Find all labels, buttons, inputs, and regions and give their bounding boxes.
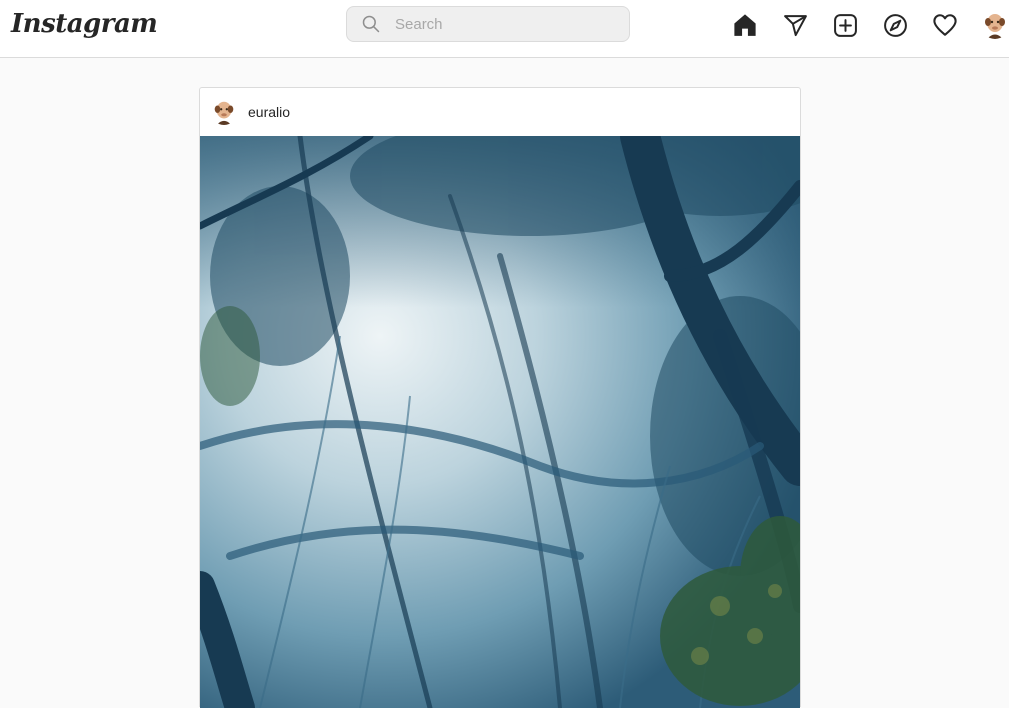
home-icon: [734, 14, 756, 36]
instagram-logo[interactable]: Instagram: [11, 9, 158, 39]
direct-message-button[interactable]: [781, 10, 809, 40]
new-post-icon: [833, 13, 857, 37]
post-header: euralio: [200, 88, 800, 136]
direct-message-icon: [783, 14, 807, 36]
forest-photo: [200, 136, 800, 708]
profile-button[interactable]: [981, 10, 1009, 40]
activity-heart-icon: [933, 14, 957, 36]
explore-button[interactable]: [881, 10, 909, 40]
avatar-image: [211, 99, 237, 125]
post-author-avatar[interactable]: [211, 99, 237, 125]
nav-icons: [731, 10, 1009, 40]
feed-post: euralio: [199, 87, 801, 708]
new-post-button[interactable]: [831, 10, 859, 40]
search-icon: [362, 15, 380, 33]
avatar-image: [981, 11, 1009, 39]
activity-button[interactable]: [931, 10, 959, 40]
explore-icon: [883, 13, 907, 37]
home-button[interactable]: [731, 10, 759, 40]
top-navigation-bar: Instagram: [0, 0, 1009, 58]
search-input[interactable]: [393, 7, 623, 41]
post-image[interactable]: [200, 136, 800, 708]
search-box[interactable]: [346, 6, 630, 42]
profile-avatar: [981, 11, 1009, 39]
post-username[interactable]: euralio: [248, 104, 290, 120]
